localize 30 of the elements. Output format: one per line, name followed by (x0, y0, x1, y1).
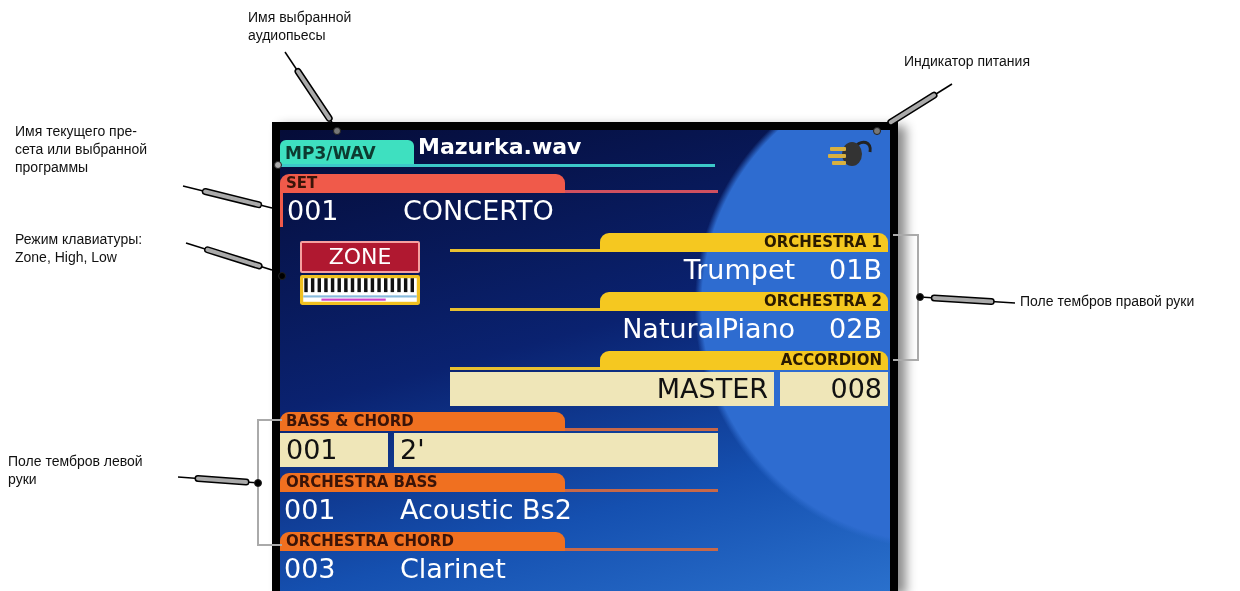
section-label: SET (280, 174, 565, 193)
sound-name: NaturalPiano (622, 312, 796, 344)
callout-text: Режим клавиатуры: Zone, High, Low (15, 230, 143, 266)
value-field: 2' (394, 433, 718, 467)
section-label: ORCHESTRA CHORD (280, 532, 565, 551)
set-name: CONCERTO (403, 194, 554, 226)
sound-code: 02B (829, 312, 882, 344)
value-field: 008 (780, 372, 888, 406)
section-label: ORCHESTRA 1 (600, 233, 888, 252)
sound-number: 003 (283, 552, 337, 584)
sound-number: 001 (283, 493, 337, 525)
callout-text: Индикатор питания (904, 52, 1030, 70)
callout-text: Имя выбранной аудиопьесы (248, 8, 352, 44)
set-number: 001 (286, 194, 340, 226)
sound-name: Trumpet (683, 253, 796, 285)
value-field: 001 (280, 433, 388, 467)
keyboard-mode-label: ZONE (300, 241, 420, 273)
value-field: MASTER (450, 372, 774, 406)
section-label: ACCORDION (600, 351, 888, 370)
sound-name: Acoustic Bs2 (400, 493, 572, 525)
sound-name: Clarinet (400, 552, 506, 584)
keyboard-icon (300, 275, 420, 305)
section-label: ORCHESTRA BASS (280, 473, 565, 492)
sound-code: 01B (829, 253, 882, 285)
section-label: BASS & CHORD (280, 412, 565, 431)
callout-text: Имя текущего пре- сета или выбранной программы (15, 122, 148, 176)
section-label: ORCHESTRA 2 (600, 292, 888, 311)
callout-text: Поле тембров левой руки (8, 452, 143, 488)
callout-text: Поле тембров правой руки (1020, 292, 1195, 310)
audio-file-name: Mazurka.wav (418, 134, 582, 159)
